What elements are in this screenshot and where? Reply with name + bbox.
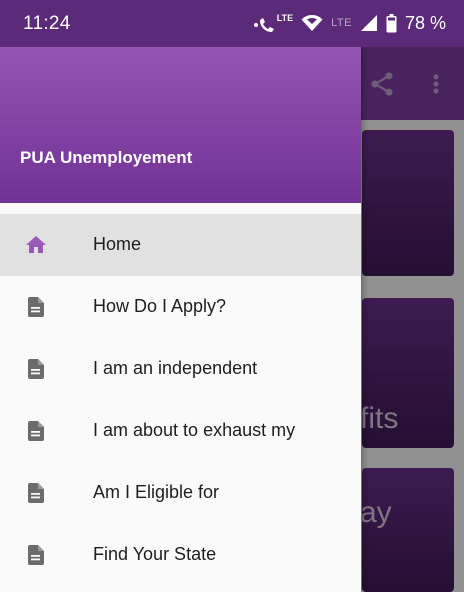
battery-icon	[386, 13, 397, 32]
status-bar: 11:24 LTE LTE 78 %	[0, 0, 464, 47]
menu-item-label: I am about to exhaust my	[93, 420, 296, 440]
document-icon	[28, 359, 44, 379]
menu-item-independent[interactable]: I am an independent	[0, 338, 361, 400]
document-icon	[28, 483, 44, 503]
menu-item-eligible[interactable]: Am I Eligible for	[0, 462, 361, 524]
volte-call-icon	[253, 18, 274, 32]
drawer-title: PUA Unemployement	[20, 148, 193, 167]
home-icon	[26, 236, 46, 253]
menu-item-label: Am I Eligible for	[93, 482, 220, 502]
document-icon	[28, 545, 44, 565]
menu-item-label: Home	[93, 234, 142, 254]
drawer-header: PUA Unemployement	[0, 47, 361, 203]
cell-signal-icon	[360, 15, 377, 31]
menu-item-how-do-i-apply[interactable]: How Do I Apply?	[0, 276, 361, 338]
battery-percent: 78 %	[404, 12, 446, 33]
status-time: 11:24	[23, 13, 71, 34]
menu-item-exhaust[interactable]: I am about to exhaust my	[0, 400, 361, 462]
menu-item-label: Find Your State	[93, 544, 217, 564]
menu-item-find-state[interactable]: Find Your State	[0, 524, 361, 586]
document-icon	[28, 297, 44, 317]
wifi-icon	[301, 15, 323, 31]
network-type-label: LTE	[331, 17, 352, 29]
menu-item-label: I am an independent	[93, 358, 258, 378]
volte-label: LTE	[276, 13, 294, 23]
document-icon	[28, 421, 44, 441]
menu-item-home[interactable]: Home	[0, 214, 361, 276]
status-icons: LTE LTE 78 %	[253, 10, 446, 36]
navigation-drawer: PUA Unemployement Home How Do I Apply? I…	[0, 47, 361, 592]
menu-item-label: How Do I Apply?	[93, 296, 227, 316]
